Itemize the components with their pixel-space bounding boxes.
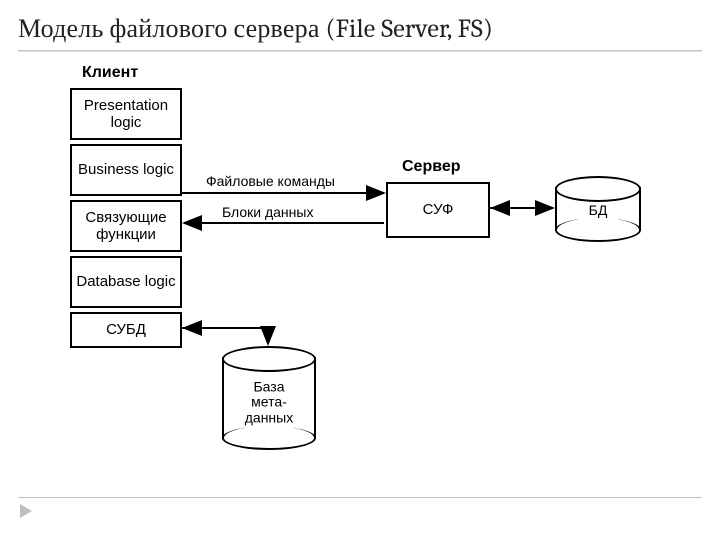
arrows-layer: [0, 0, 720, 540]
slide: Модель файлового сервера (File Server, F…: [0, 0, 720, 540]
arrow-dbms-to-meta: [182, 328, 268, 344]
arrow-meta-to-dbms: [184, 328, 268, 344]
